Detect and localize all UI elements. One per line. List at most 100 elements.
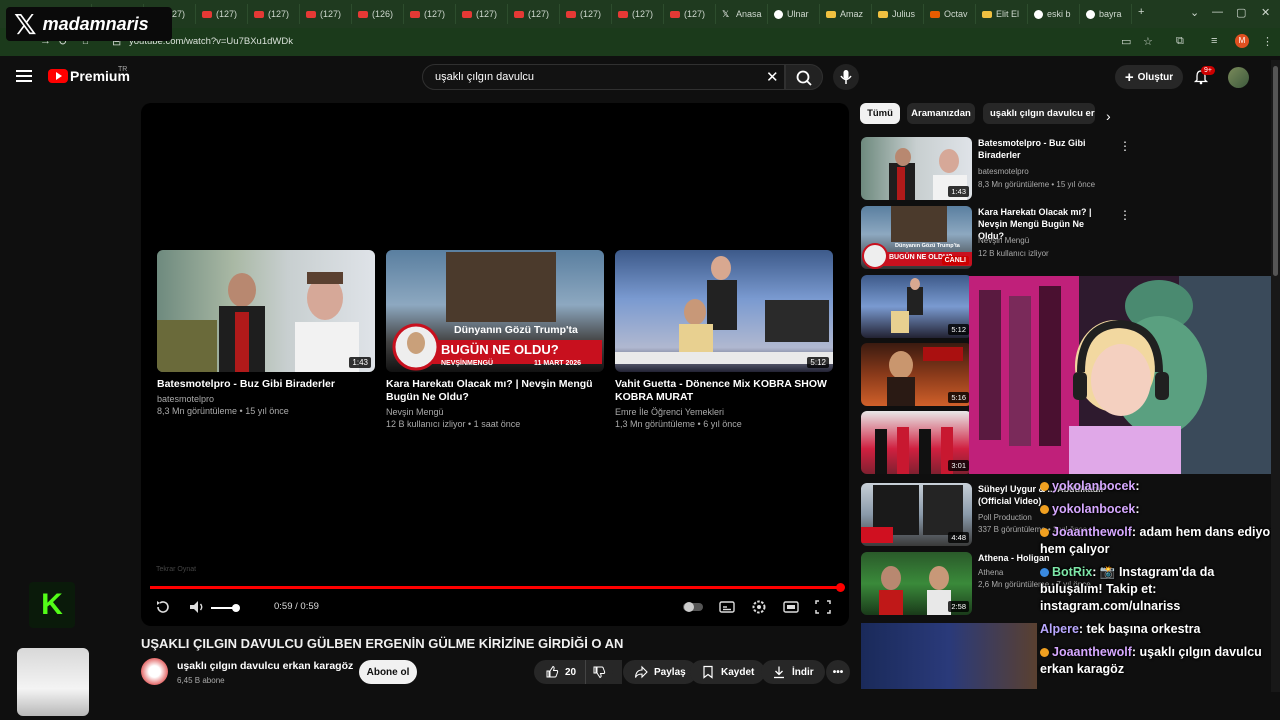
account-avatar[interactable] <box>1228 67 1249 88</box>
endscreen-video-card[interactable]: 5:12 Vahit Guetta - Dönence Mix KOBRA SH… <box>615 250 833 429</box>
new-tab-button[interactable]: + <box>1138 6 1144 18</box>
browser-tab[interactable]: 𝕏 Anasa <box>716 4 768 24</box>
recommended-thumbnail[interactable]: 1:43 <box>861 137 972 200</box>
endscreen-video-title[interactable]: Batesmotelpro - Buz Gibi Biraderler <box>157 378 375 391</box>
thumbnail-caption-main: BUGÜN NE OLDU? <box>441 342 559 357</box>
browser-tab[interactable]: (127) <box>560 4 612 24</box>
recommended-channel[interactable]: Poll Production <box>978 513 1032 522</box>
fullscreen-icon[interactable] <box>814 599 832 615</box>
hamburger-menu-icon[interactable] <box>16 70 32 82</box>
browser-tab[interactable]: (127) <box>664 4 716 24</box>
recommended-thumbnail[interactable]: 5:16 <box>861 343 972 406</box>
endscreen-thumbnail[interactable]: Dünyanın Gözü Trump'ta BUGÜN NE OLDU? NE… <box>386 250 604 372</box>
youtube-logo-icon[interactable] <box>48 69 68 83</box>
video-player[interactable]: 1:43 Batesmotelpro - Buz Gibi Biraderler… <box>141 103 849 626</box>
browser-tab[interactable]: (126) <box>352 4 404 24</box>
browser-tab[interactable]: (127) <box>248 4 300 24</box>
download-button[interactable]: İndir <box>761 660 825 684</box>
endscreen-video-title[interactable]: Vahit Guetta - Dönence Mix KOBRA SHOW KO… <box>615 378 833 404</box>
restore-icon[interactable]: — <box>1212 6 1223 18</box>
browser-tab[interactable]: (127) <box>456 4 508 24</box>
recommended-video[interactable]: 1:43 Batesmotelpro - Buz Gibi Biraderler… <box>861 137 1131 203</box>
chip-query[interactable]: uşaklı çılgın davulcu erk <box>983 103 1095 124</box>
more-vertical-icon[interactable]: ⋮ <box>1119 139 1131 153</box>
search-box[interactable]: uşaklı çılgın davulcu ✕ <box>422 64 785 90</box>
recommended-thumbnail[interactable]: Dünyanın Gözü Trump'ta BUGÜN NE OLDU? CA… <box>861 206 972 269</box>
endscreen-video-meta: 1,3 Mn görüntüleme • 6 yıl önce <box>615 419 742 429</box>
minimize-icon[interactable]: ⌄ <box>1190 6 1199 19</box>
recommended-thumbnail[interactable]: 4:48 <box>861 483 972 546</box>
browser-tab[interactable]: (127) <box>300 4 352 24</box>
dislike-button[interactable] <box>585 660 613 684</box>
create-button[interactable]: + Oluştur <box>1115 65 1183 89</box>
browser-tab[interactable]: Julius <box>872 4 924 24</box>
progress-scrubber[interactable] <box>836 583 845 592</box>
bookmark-star-icon[interactable]: ☆ <box>1143 35 1153 48</box>
browser-tab[interactable]: Octav <box>924 4 976 24</box>
youtube-favicon-icon <box>306 10 316 18</box>
browser-tab-label: Ulnar <box>787 9 809 19</box>
channel-name[interactable]: uşaklı çılgın davulcu erkan karagöz <box>177 660 353 672</box>
endscreen-video-card[interactable]: 1:43 Batesmotelpro - Buz Gibi Biraderler… <box>157 250 375 416</box>
share-button[interactable]: Paylaş <box>623 660 697 684</box>
search-button[interactable] <box>785 64 823 90</box>
browser-menu-icon[interactable]: ⋮ <box>1262 35 1273 48</box>
recommended-video[interactable]: Dünyanın Gözü Trump'ta BUGÜN NE OLDU? CA… <box>861 206 1131 272</box>
search-input[interactable]: uşaklı çılgın davulcu <box>435 71 534 83</box>
browser-tab[interactable]: (127) <box>612 4 664 24</box>
more-vertical-icon[interactable]: ⋮ <box>1119 208 1131 222</box>
endscreen-video-title[interactable]: Kara Harekatı Olacak mı? | Nevşin Mengü … <box>386 378 604 404</box>
download-icon <box>774 666 784 679</box>
profile-avatar[interactable]: M <box>1235 34 1249 48</box>
browser-tab[interactable]: Ulnar <box>768 4 820 24</box>
recommended-thumbnail[interactable]: 5:12 <box>861 275 972 338</box>
theater-mode-icon[interactable] <box>782 599 800 615</box>
endscreen-thumbnail[interactable]: 1:43 <box>157 250 375 372</box>
more-actions-button[interactable]: ••• <box>826 660 850 684</box>
recommended-thumbnail[interactable]: 3:01 <box>861 411 972 474</box>
subtitles-icon[interactable] <box>718 599 736 615</box>
endscreen-video-card[interactable]: Dünyanın Gözü Trump'ta BUGÜN NE OLDU? NE… <box>386 250 604 429</box>
clear-search-icon[interactable]: ✕ <box>766 68 779 86</box>
cast-icon[interactable]: ▭ <box>1121 35 1131 48</box>
progress-bar[interactable] <box>150 586 840 589</box>
chat-username: yokolanbocek <box>1052 502 1136 516</box>
browser-tab[interactable]: Elit El <box>976 4 1028 24</box>
endscreen-thumbnail[interactable]: 5:12 <box>615 250 833 372</box>
browser-tab[interactable]: (127) <box>196 4 248 24</box>
recommended-channel[interactable]: batesmotelpro <box>978 167 1029 176</box>
recommended-thumbnail[interactable]: 2:58 <box>861 552 972 615</box>
browser-tab[interactable]: (127) <box>508 4 560 24</box>
tab-search-icon[interactable]: ≡ <box>1211 35 1217 47</box>
channel-avatar[interactable] <box>141 658 168 685</box>
chat-badge-icon <box>1040 528 1049 537</box>
recommended-thumbnail-partial[interactable] <box>861 623 1037 689</box>
browser-tab[interactable]: Amaz <box>820 4 872 24</box>
subscribe-button[interactable]: Abone ol <box>359 660 417 684</box>
endscreen-channel-name[interactable]: batesmotelpro <box>157 394 375 404</box>
orange-favicon-icon <box>930 10 940 18</box>
autoplay-toggle[interactable] <box>681 599 705 615</box>
recommended-channel[interactable]: Nevşin Mengü <box>978 236 1029 245</box>
volume-icon[interactable] <box>188 599 206 615</box>
recommended-title[interactable]: Batesmotelpro - Buz Gibi Biraderler <box>978 137 1108 161</box>
chevron-right-icon[interactable]: › <box>1106 108 1111 124</box>
settings-gear-icon[interactable] <box>750 599 768 615</box>
endscreen-channel-name[interactable]: Emre İle Öğrenci Yemekleri <box>615 407 833 417</box>
chip-all[interactable]: Tümü <box>860 103 900 124</box>
browser-tab[interactable]: bayra <box>1080 4 1132 24</box>
save-button[interactable]: Kaydet <box>690 660 766 684</box>
browser-tab[interactable]: (127) <box>404 4 456 24</box>
amazon-favicon-icon <box>878 10 888 18</box>
voice-search-button[interactable] <box>833 64 859 90</box>
endscreen-channel-name[interactable]: Nevşin Mengü <box>386 407 604 417</box>
close-window-icon[interactable]: ✕ <box>1261 6 1270 19</box>
volume-slider-knob[interactable] <box>232 604 240 612</box>
extensions-icon[interactable]: ⧉ <box>1176 35 1184 48</box>
recommended-channel[interactable]: Athena <box>978 568 1003 577</box>
chip-from-search[interactable]: Aramanızdan <box>907 103 975 124</box>
maximize-icon[interactable]: ▢ <box>1236 6 1246 19</box>
replay-icon[interactable] <box>154 599 172 615</box>
browser-tab[interactable]: eski b <box>1028 4 1080 24</box>
page-scrollbar-thumb[interactable] <box>1273 66 1278 276</box>
